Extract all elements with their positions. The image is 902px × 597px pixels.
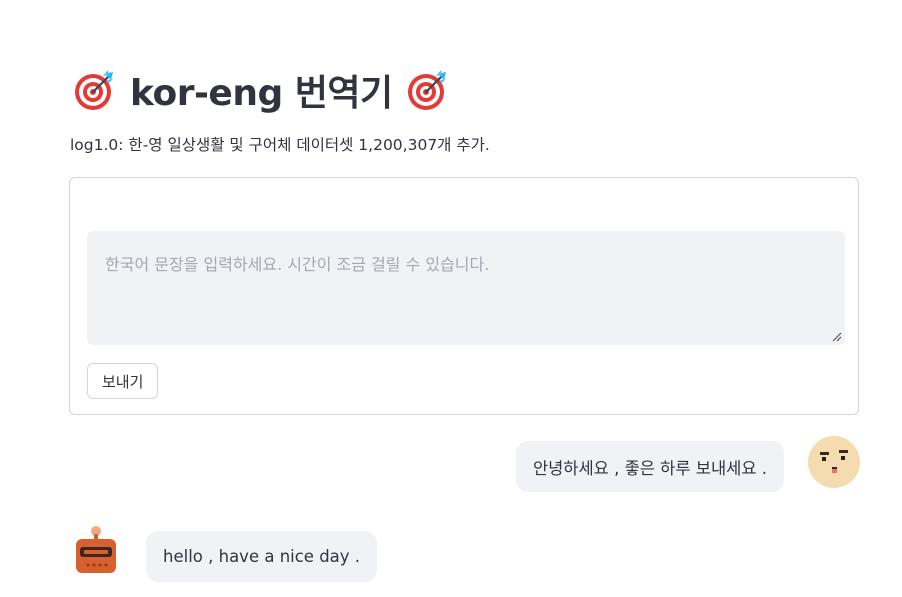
user-message-bubble: 안녕하세요 , 좋은 하루 보내세요 . [515,441,784,492]
user-message-text: 안녕하세요 , 좋은 하루 보내세요 . [532,458,767,478]
changelog-subtitle: log1.0: 한-영 일상생활 및 구어체 데이터셋 1,200,307개 추… [70,136,490,154]
app-page: kor-eng 번역기 log1.0: 한-영 일상생활 및 구어체 데이터셋 … [0,0,902,597]
send-button[interactable]: 보내기 [87,363,159,399]
target-dart-icon [407,70,446,110]
korean-text-input[interactable] [87,231,845,345]
bot-message-bubble: hello , have a nice day . [146,531,378,582]
title-text: kor-eng 번역기 [130,73,393,114]
pixel-face-avatar-icon [808,436,860,488]
robot-avatar-icon [76,526,116,573]
translate-form: 보내기 [69,177,859,415]
page-title: kor-eng 번역기 [72,60,451,120]
target-dart-icon [75,70,113,110]
input-container [87,231,845,345]
resize-handle-icon[interactable] [832,332,842,342]
bot-message-text: hello , have a nice day . [163,547,361,566]
